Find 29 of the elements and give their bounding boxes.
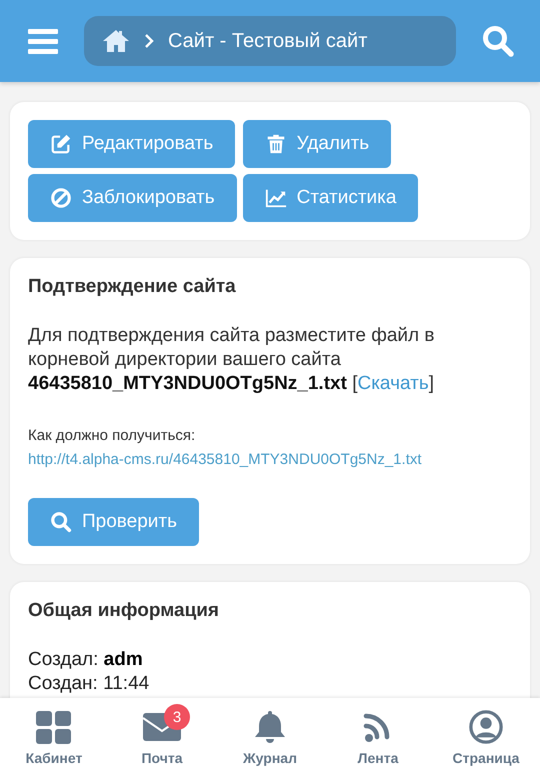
expected-url-link[interactable]: http://t4.alpha-cms.ru/46435810_MTY3NDU0OTg5Nz_1.txt — [28, 448, 422, 472]
nav-item[interactable]: Кабинет — [26, 750, 82, 766]
nav-item[interactable]: Почта — [141, 750, 183, 766]
info-field: Создан: 11:44 — [28, 672, 512, 696]
search-icon — [50, 511, 72, 533]
edit-icon — [50, 133, 72, 155]
action-button[interactable]: Заблокировать — [28, 174, 237, 222]
breadcrumb-item[interactable]: Сайт - Тестовый сайт — [168, 30, 368, 52]
home-icon[interactable] — [102, 29, 130, 53]
search-icon[interactable] — [482, 25, 514, 57]
card-title: Общая информация — [28, 600, 220, 622]
info-field: Создал: adm — [28, 648, 512, 672]
verification-message: Для подтверждения сайта разместите файл в корневой директории вашего сайта 46435810_MTY3NDU0OTg5Nz_1.txt [Скачать] — [28, 324, 436, 396]
nav-item[interactable]: Журнал — [243, 750, 297, 766]
download-link[interactable]: Скачать — [357, 373, 429, 394]
chart-icon — [264, 187, 287, 209]
chevron-icon — [144, 33, 154, 49]
block-icon — [50, 187, 72, 209]
menu-icon[interactable] — [28, 28, 58, 54]
check-button[interactable]: Проверить — [28, 498, 200, 546]
action-button[interactable]: Статистика — [242, 174, 418, 222]
grid-icon — [34, 710, 74, 744]
nav-item[interactable]: Лента — [358, 750, 398, 766]
unread-badge: 3 — [164, 704, 190, 730]
action-button[interactable]: Редактировать — [28, 120, 236, 168]
expected-url-label: Как должно получиться: — [28, 427, 196, 444]
action-button[interactable]: Удалить — [242, 120, 392, 168]
card-title: Подтверждение сайта — [28, 276, 237, 298]
nav-item[interactable]: Страница — [452, 750, 520, 766]
